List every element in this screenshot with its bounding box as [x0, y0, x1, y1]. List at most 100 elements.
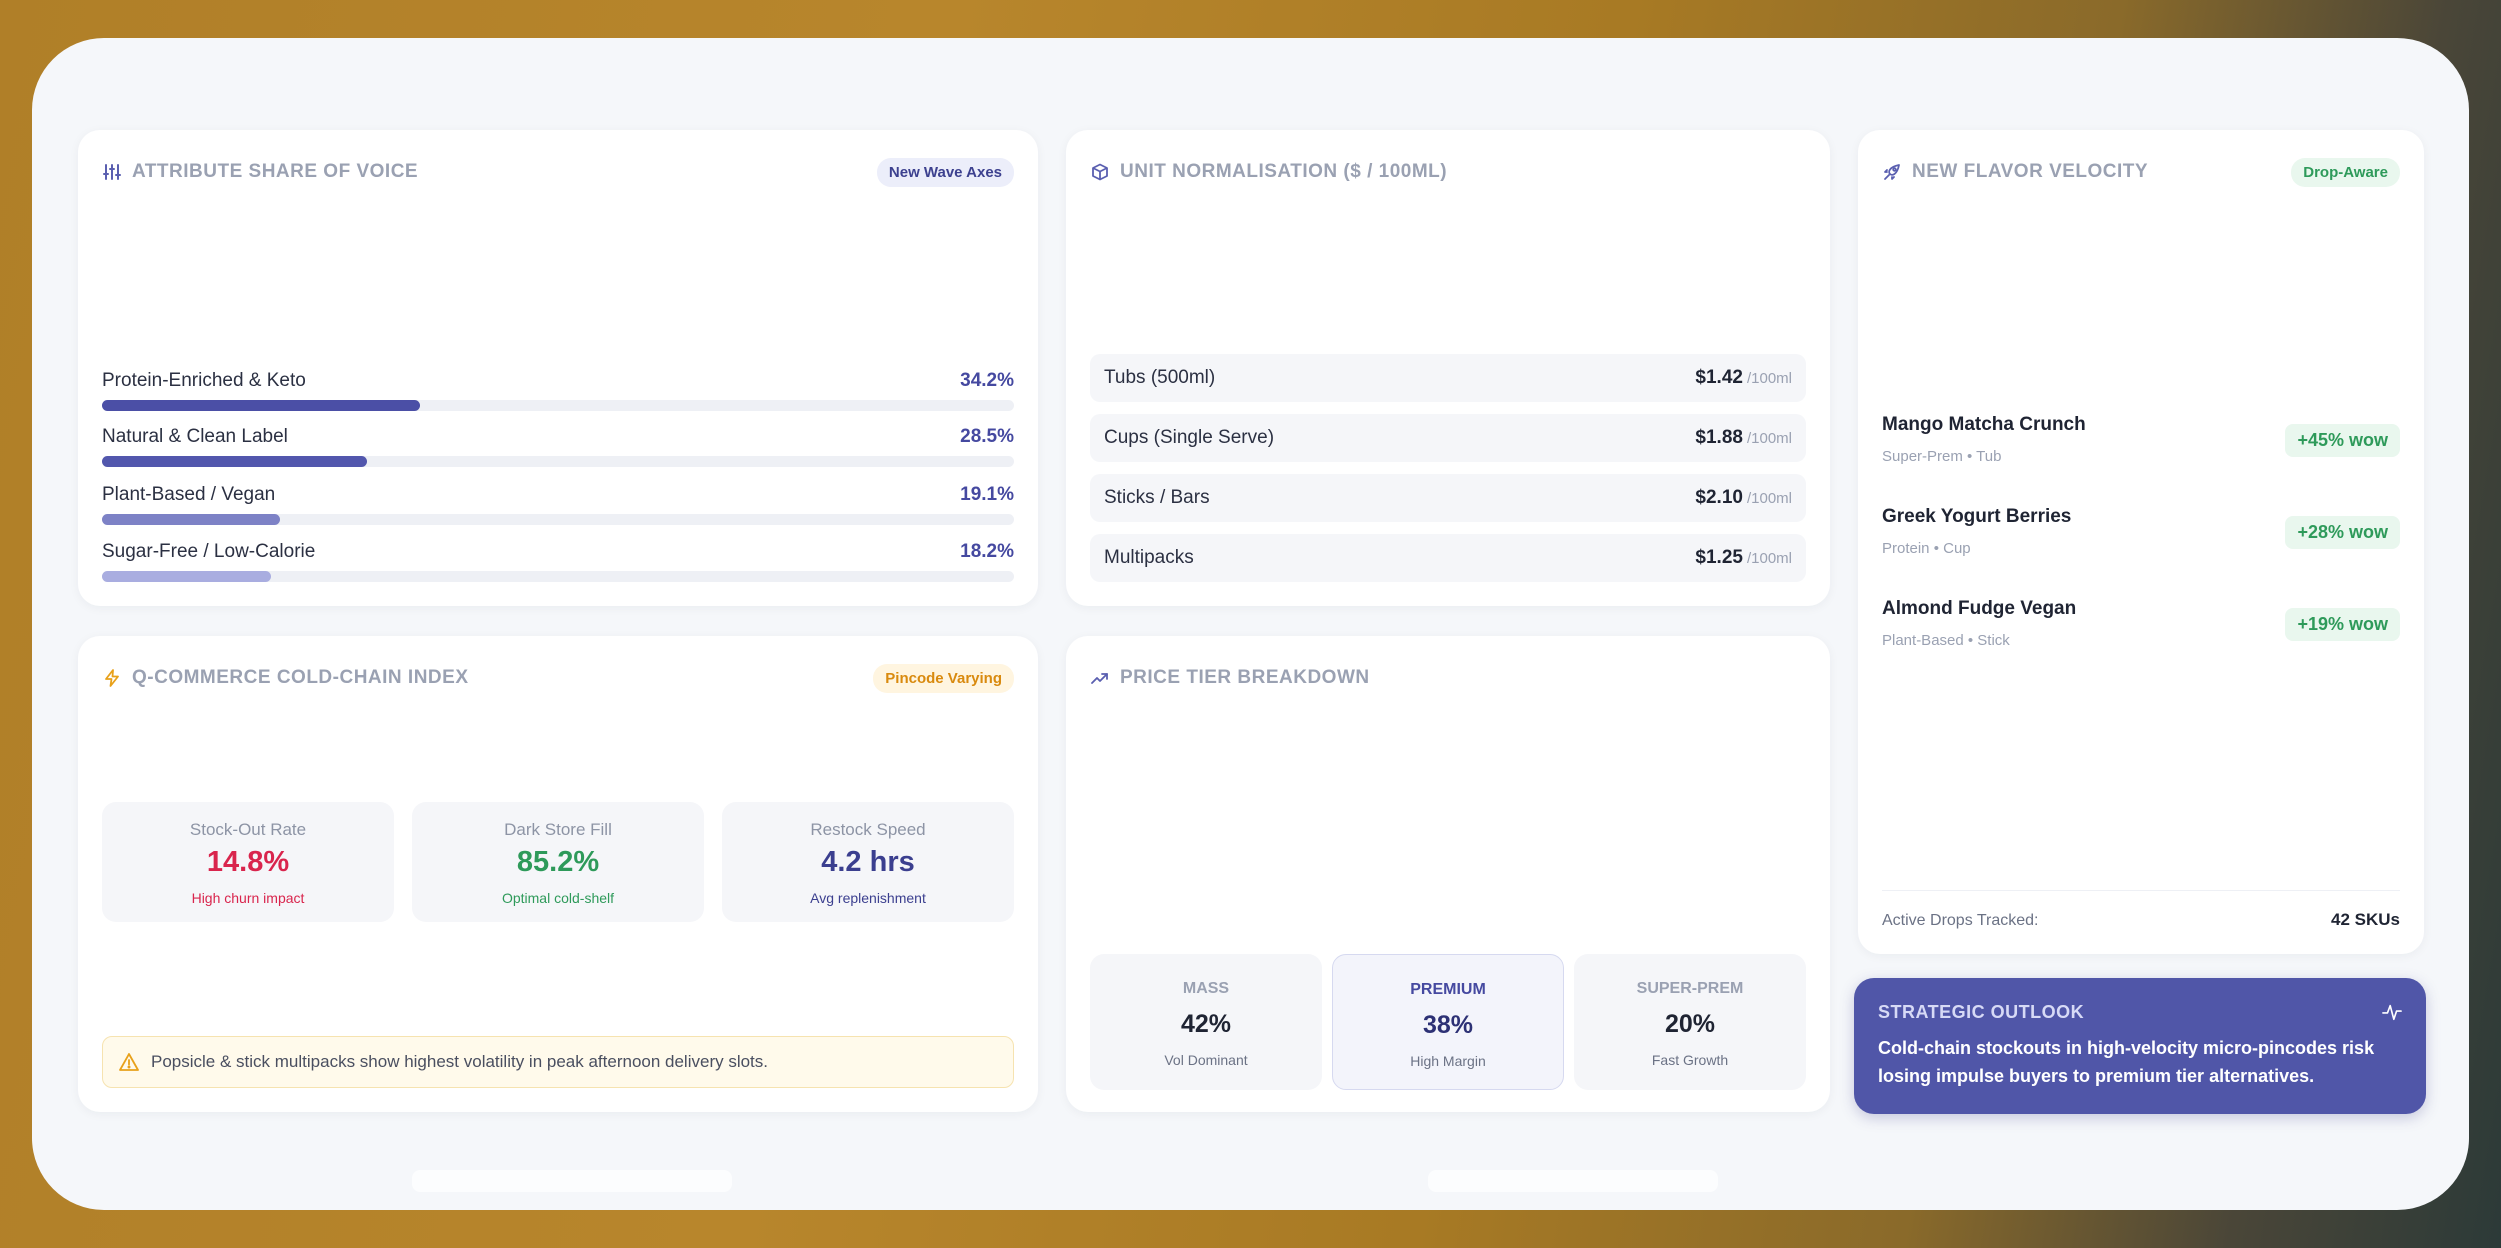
unit-row: Multipacks $1.25 /100ml — [1090, 534, 1806, 582]
unit-suffix: /100ml — [1746, 429, 1792, 447]
attribute-value: 19.1% — [960, 484, 1014, 505]
stat-value: 4.2 hrs — [821, 846, 915, 878]
cold-chain-header: Q-Commerce Cold-Chain Index Pincode Vary… — [102, 660, 1014, 696]
flavor-name: Greek Yogurt Berries — [1882, 506, 2072, 527]
lightning-icon — [102, 668, 122, 688]
strategic-outlook-title: STRATEGIC OUTLOOK — [1878, 1002, 2085, 1022]
stat-sub: Optimal cold-shelf — [501, 890, 615, 906]
stat-label: Restock Speed — [810, 820, 926, 839]
strategic-outlook-text: Cold-chain stockouts in high-velocity mi… — [1878, 1038, 2375, 1086]
flavor-sub: Super-Prem • Tub — [1882, 448, 2002, 465]
unit-price: $1.25 — [1695, 547, 1743, 568]
flavor-item: Mango Matcha Crunch Super-Prem • Tub +45… — [1882, 414, 2400, 484]
attribute-label: Natural & Clean Label — [102, 426, 288, 447]
tier-value: 38% — [1422, 1011, 1474, 1039]
tier-card-super-prem: SUPER-PREM 20% Fast Growth — [1574, 954, 1806, 1090]
price-tier-title: Price Tier Breakdown — [1120, 667, 1370, 688]
stat-card: Restock Speed 4.2 hrs Avg replenishment — [722, 802, 1014, 922]
tier-sub: Vol Dominant — [1164, 1052, 1248, 1068]
activity-icon — [2382, 1002, 2402, 1022]
flavor-sub: Protein • Cup — [1882, 540, 1971, 557]
stat-label: Dark Store Fill — [504, 820, 612, 839]
tier-label: PREMIUM — [1410, 981, 1486, 998]
unit-suffix: /100ml — [1746, 369, 1792, 387]
attribute-row: Protein-Enriched & Keto 34.2% — [102, 370, 1014, 420]
stat-label: Stock-Out Rate — [189, 820, 307, 839]
tier-card-premium: PREMIUM 38% High Margin — [1332, 954, 1564, 1090]
unit-label: Multipacks — [1104, 547, 1194, 568]
stat-sub: Avg replenishment — [810, 890, 926, 906]
flavor-growth-badge: +28% wow — [2285, 516, 2400, 549]
flavor-name: Mango Matcha Crunch — [1882, 414, 2086, 435]
tier-value: 20% — [1664, 1010, 1716, 1038]
attribute-share-card: Attribute Share of Voice New Wave Axes P… — [78, 130, 1038, 606]
attribute-bar-track — [102, 400, 1014, 411]
unit-suffix: /100ml — [1746, 549, 1792, 567]
tier-card-mass: MASS 42% Vol Dominant — [1090, 954, 1322, 1090]
attribute-bar-fill — [102, 456, 368, 467]
unit-normalisation-title: Unit Normalisation ($ / 100ml) — [1120, 161, 1448, 182]
stat-value: 14.8% — [206, 846, 290, 878]
attribute-bar-fill — [102, 571, 272, 582]
unit-row: Sticks / Bars $2.10 /100ml — [1090, 474, 1806, 522]
dashboard-frame: Attribute Share of Voice New Wave Axes P… — [32, 38, 2469, 1210]
attribute-share-title: Attribute Share of Voice — [132, 161, 419, 182]
price-tier-header: Price Tier Breakdown — [1090, 660, 1806, 696]
cold-chain-card: Q-Commerce Cold-Chain Index Pincode Vary… — [78, 636, 1038, 1112]
tier-label: SUPER-PREM — [1636, 980, 1744, 997]
unit-label: Tubs (500ml) — [1104, 367, 1216, 388]
stat-value: 85.2% — [516, 846, 600, 878]
stat-sub: High churn impact — [191, 890, 305, 906]
flavor-velocity-card: New Flavor Velocity Drop-Aware Mango Mat… — [1858, 130, 2424, 954]
unit-price: $1.88 — [1695, 427, 1743, 448]
unit-price: $1.42 — [1695, 367, 1743, 388]
warning-icon — [119, 1052, 139, 1072]
stat-card: Stock-Out Rate 14.8% High churn impact — [102, 802, 394, 922]
attribute-label: Sugar-Free / Low-Calorie — [102, 541, 316, 562]
attribute-label: Protein-Enriched & Keto — [102, 370, 306, 391]
placeholder-bar — [1428, 1170, 1718, 1192]
active-drops-label: Active Drops Tracked: — [1882, 912, 2039, 929]
stat-card: Dark Store Fill 85.2% Optimal cold-shelf — [412, 802, 704, 922]
attribute-row: Sugar-Free / Low-Calorie 18.2% — [102, 541, 1014, 591]
flavor-item: Almond Fudge Vegan Plant-Based • Stick +… — [1882, 598, 2400, 668]
rocket-icon — [1882, 162, 1902, 182]
drop-aware-badge: Drop-Aware — [2291, 157, 2400, 187]
attribute-label: Plant-Based / Vegan — [102, 484, 276, 505]
attribute-row: Plant-Based / Vegan 19.1% — [102, 484, 1014, 534]
unit-label: Sticks / Bars — [1104, 487, 1210, 508]
attribute-bar-track — [102, 571, 1014, 582]
flavor-item: Greek Yogurt Berries Protein • Cup +28% … — [1882, 506, 2400, 576]
attribute-bar-fill — [102, 400, 421, 411]
attribute-value: 18.2% — [960, 541, 1014, 562]
attribute-share-header: Attribute Share of Voice New Wave Axes — [102, 154, 1014, 190]
unit-suffix: /100ml — [1746, 489, 1792, 507]
flavor-sub: Plant-Based • Stick — [1882, 632, 2010, 649]
notice-text: Popsicle & stick multipacks show highest… — [151, 1052, 769, 1071]
flavor-name: Almond Fudge Vegan — [1882, 598, 2077, 619]
new-wave-badge: New Wave Axes — [876, 157, 1014, 187]
trend-up-icon — [1090, 668, 1110, 688]
strategic-outlook-card: STRATEGIC OUTLOOK Cold-chain stockouts i… — [1854, 978, 2426, 1114]
tier-sub: Fast Growth — [1651, 1052, 1729, 1068]
attribute-bar-track — [102, 456, 1014, 467]
flavor-velocity-title: New Flavor Velocity — [1912, 161, 2149, 182]
tier-sub: High Margin — [1410, 1053, 1486, 1069]
unit-price: $2.10 — [1695, 487, 1743, 508]
flavor-growth-badge: +19% wow — [2285, 608, 2400, 641]
volatility-notice: Popsicle & stick multipacks show highest… — [102, 1036, 1014, 1088]
unit-label: Cups (Single Serve) — [1104, 427, 1275, 448]
unit-row: Tubs (500ml) $1.42 /100ml — [1090, 354, 1806, 402]
unit-normalisation-card: Unit Normalisation ($ / 100ml) Tubs (500… — [1066, 130, 1830, 606]
active-drops-value: 42 SKUs — [2331, 910, 2400, 929]
unit-row: Cups (Single Serve) $1.88 /100ml — [1090, 414, 1806, 462]
attribute-value: 28.5% — [960, 426, 1014, 447]
attribute-value: 34.2% — [960, 370, 1014, 391]
unit-normalisation-header: Unit Normalisation ($ / 100ml) — [1090, 154, 1806, 190]
attribute-row: Natural & Clean Label 28.5% — [102, 426, 1014, 476]
box-icon — [1090, 162, 1110, 182]
flavor-velocity-header: New Flavor Velocity Drop-Aware — [1882, 154, 2400, 190]
placeholder-bar — [412, 1170, 732, 1192]
sliders-icon — [102, 162, 122, 182]
tier-label: MASS — [1182, 980, 1230, 997]
